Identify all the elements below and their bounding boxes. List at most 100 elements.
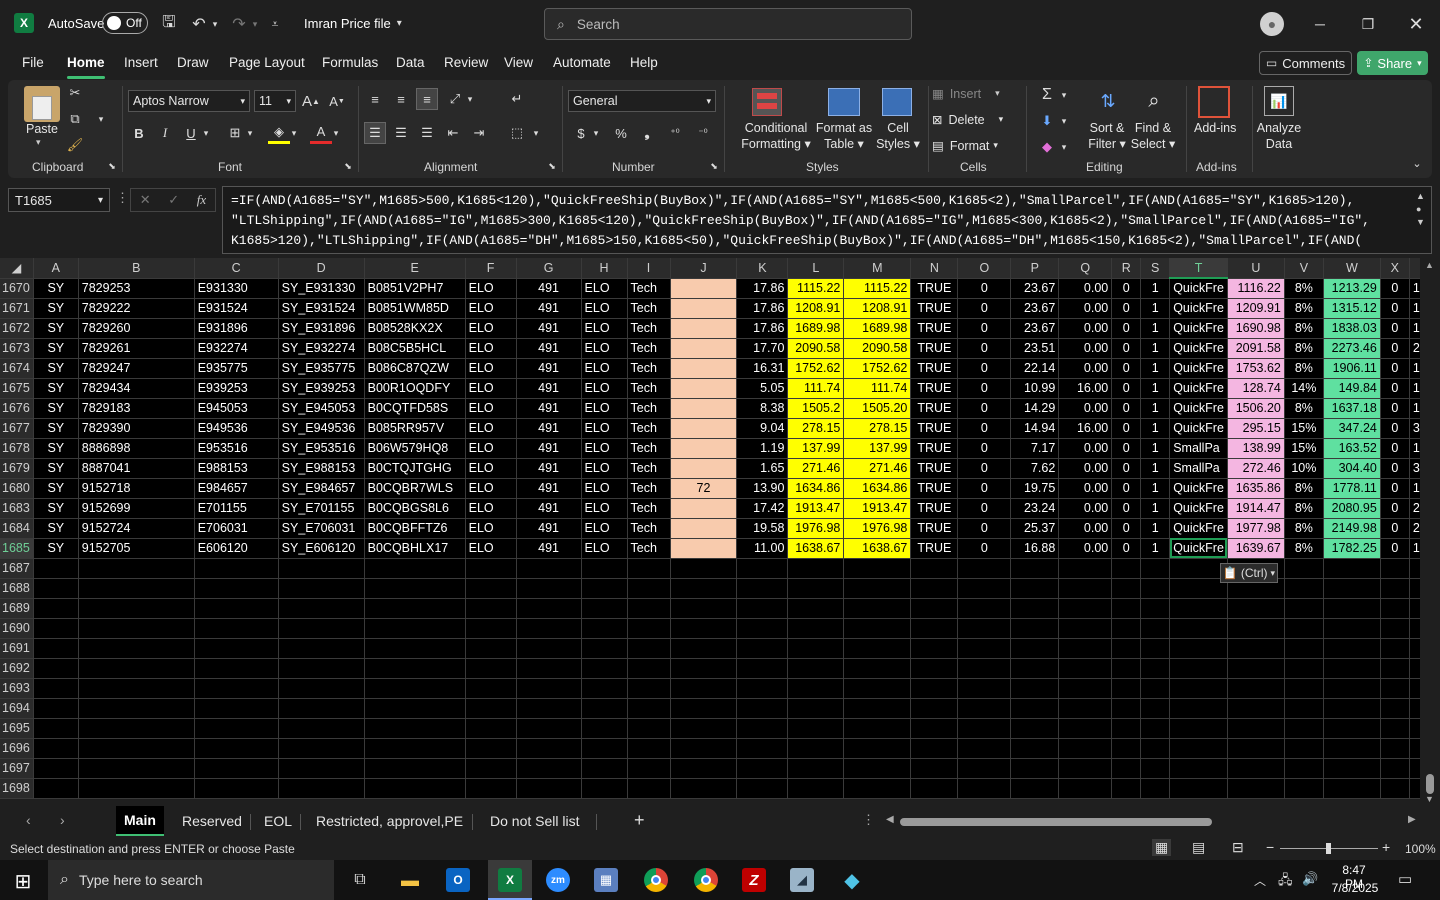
cell-r[interactable] — [1111, 558, 1142, 579]
cell-g[interactable] — [516, 778, 582, 799]
cell-d[interactable] — [278, 698, 365, 719]
cell-r[interactable] — [1111, 618, 1142, 639]
cell-q[interactable] — [1058, 618, 1113, 639]
cell-s[interactable]: 1 — [1140, 418, 1171, 439]
cell-g[interactable] — [516, 558, 582, 579]
cell-r[interactable]: 0 — [1111, 478, 1142, 499]
cell-x[interactable]: 0 — [1380, 418, 1410, 439]
cell-p[interactable] — [1010, 658, 1060, 679]
cell-s[interactable] — [1140, 598, 1171, 619]
cell-p[interactable] — [1010, 558, 1060, 579]
cell-b[interactable]: 8887041 — [78, 458, 195, 479]
cell-m[interactable]: 1752.62 — [843, 358, 912, 379]
cell-m[interactable]: 1634.86 — [843, 478, 912, 499]
cell-a[interactable] — [33, 678, 79, 699]
cell-m[interactable]: 137.99 — [843, 438, 912, 459]
prev-sheet-icon[interactable]: ‹ — [26, 812, 31, 828]
cell-l[interactable]: 1638.67 — [787, 538, 845, 559]
copy-dropdown-icon[interactable]: ▾ — [90, 108, 112, 130]
cell-h[interactable] — [581, 718, 628, 739]
cell-w[interactable]: 347.24 — [1323, 418, 1381, 439]
column-header-r[interactable]: R — [1111, 258, 1142, 279]
cell-x[interactable] — [1380, 718, 1410, 739]
cell-c[interactable]: E932274 — [194, 338, 279, 359]
scroll-left-icon[interactable]: ◀ — [886, 814, 894, 825]
cell-r[interactable] — [1111, 718, 1142, 739]
cell-f[interactable] — [465, 758, 517, 779]
sheet-tab-main[interactable]: Main — [116, 806, 164, 836]
cell-m[interactable]: 1976.98 — [843, 518, 912, 539]
cell-l[interactable] — [787, 578, 845, 599]
cell-i[interactable]: Tech — [627, 458, 671, 479]
cell-f[interactable] — [465, 718, 517, 739]
cell-u[interactable]: 1209.91 — [1227, 298, 1285, 319]
redo-dropdown-icon[interactable]: ▾ — [250, 13, 260, 35]
cell-l[interactable]: 271.46 — [787, 458, 845, 479]
cell-m[interactable]: 1505.20 — [843, 398, 912, 419]
cell-q[interactable]: 0.00 — [1058, 538, 1113, 559]
orientation-icon[interactable]: ⤢ — [444, 88, 466, 110]
calculator-icon[interactable]: ▦ — [594, 868, 618, 892]
cell-r[interactable] — [1111, 578, 1142, 599]
cell-w[interactable] — [1323, 778, 1381, 799]
cell-t[interactable] — [1169, 778, 1228, 799]
cell-p[interactable] — [1010, 758, 1060, 779]
cell-c[interactable]: E931896 — [194, 318, 279, 339]
cell-x[interactable] — [1380, 638, 1410, 659]
cell-l[interactable] — [787, 738, 845, 759]
cell-a[interactable]: SY — [33, 538, 79, 559]
cell-h[interactable]: ELO — [581, 418, 628, 439]
cell-t[interactable]: SmallPa — [1169, 438, 1228, 459]
paste-label[interactable]: Paste — [26, 121, 58, 137]
cell-w[interactable]: 2273.46 — [1323, 338, 1381, 359]
cell-o[interactable]: 0 — [957, 478, 1012, 499]
cell-h[interactable]: ELO — [581, 438, 628, 459]
cell-t[interactable] — [1169, 738, 1228, 759]
cell-i[interactable]: Tech — [627, 498, 671, 519]
tab-file[interactable]: File — [22, 55, 44, 70]
increase-decimal-icon[interactable]: ⁺⁰ — [664, 122, 686, 144]
cell-g[interactable] — [516, 718, 582, 739]
cell-a[interactable]: SY — [33, 498, 79, 519]
conditional-formatting-button[interactable]: Conditional Formatting ▾ — [728, 120, 824, 152]
cell-r[interactable]: 0 — [1111, 298, 1142, 319]
select-all-corner[interactable]: ◢ — [0, 258, 34, 279]
cell-t[interactable] — [1169, 698, 1228, 719]
cell-w[interactable]: 2149.98 — [1323, 518, 1381, 539]
cell-o[interactable]: 0 — [957, 358, 1012, 379]
row-header[interactable]: 1680 — [0, 478, 34, 499]
cell-a[interactable]: SY — [33, 278, 79, 299]
cell-a[interactable] — [33, 638, 79, 659]
cell-j[interactable] — [670, 518, 738, 539]
cell-m[interactable]: 1689.98 — [843, 318, 912, 339]
cell-d[interactable] — [278, 618, 365, 639]
format-as-table-icon[interactable] — [828, 88, 860, 116]
cell-d[interactable] — [278, 678, 365, 699]
cell-c[interactable] — [194, 618, 279, 639]
cell-r[interactable]: 0 — [1111, 398, 1142, 419]
cell-d[interactable]: SY_E949536 — [278, 418, 365, 439]
cell-p[interactable] — [1010, 718, 1060, 739]
cell-d[interactable]: SY_E932274 — [278, 338, 365, 359]
cell-o[interactable]: 0 — [957, 398, 1012, 419]
cell-w[interactable]: 1838.03 — [1323, 318, 1381, 339]
cell-h[interactable] — [581, 618, 628, 639]
cell-s[interactable]: 1 — [1140, 398, 1171, 419]
cell-i[interactable] — [627, 758, 671, 779]
cell-h[interactable] — [581, 778, 628, 799]
paste-options-button[interactable]: 📋 (Ctrl) ▾ — [1220, 563, 1278, 583]
cell-n[interactable]: TRUE — [910, 338, 959, 359]
cell-g[interactable] — [516, 698, 582, 719]
cell-a[interactable] — [33, 738, 79, 759]
cell-e[interactable]: B0CQTFD58S — [364, 398, 466, 419]
cell-v[interactable]: 8% — [1284, 398, 1324, 419]
zoom-slider-thumb[interactable] — [1326, 843, 1331, 854]
row-header[interactable]: 1685 — [0, 538, 34, 559]
cell-m[interactable] — [843, 558, 912, 579]
cell-s[interactable] — [1140, 678, 1171, 699]
row-header[interactable]: 1677 — [0, 418, 34, 439]
cell-p[interactable] — [1010, 738, 1060, 759]
cell-h[interactable]: ELO — [581, 358, 628, 379]
cell-o[interactable] — [957, 578, 1012, 599]
underline-dropdown-icon[interactable]: ▾ — [200, 122, 212, 144]
